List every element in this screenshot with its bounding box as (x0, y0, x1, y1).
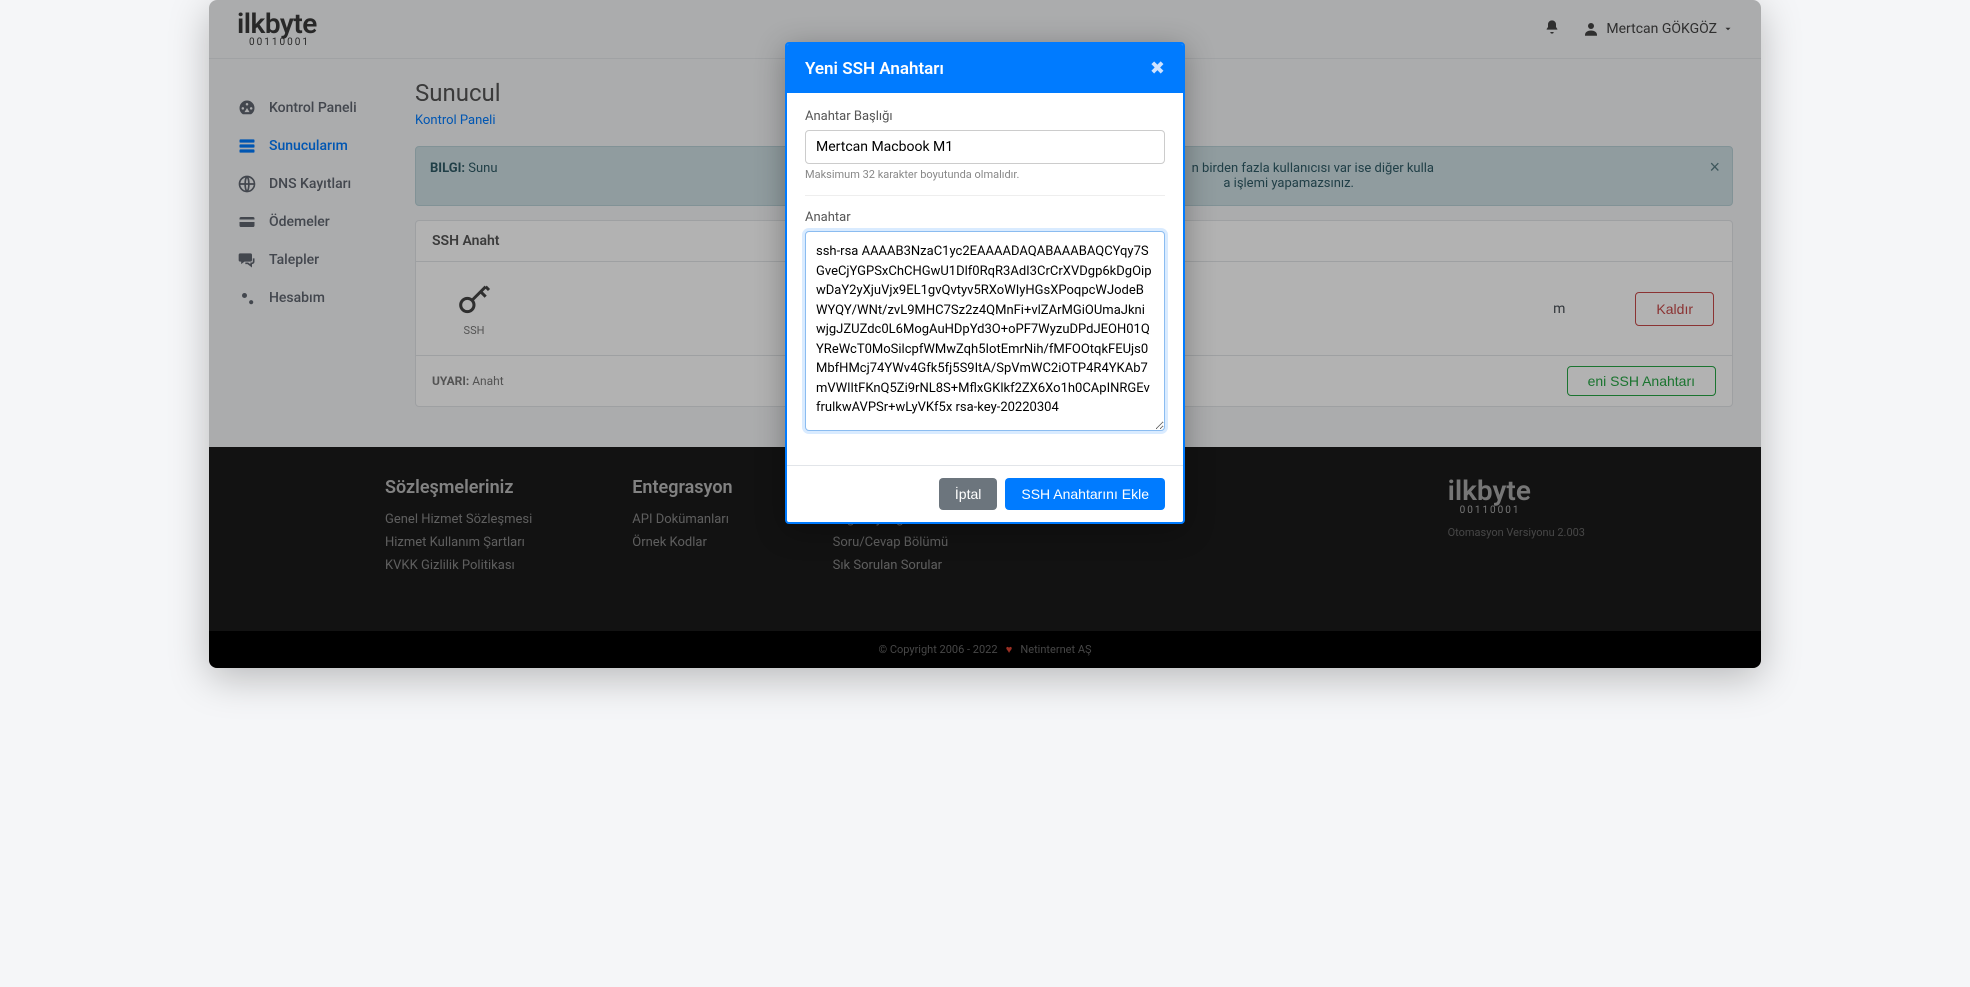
modal-close-button[interactable]: ✖ (1150, 58, 1165, 79)
divider (805, 195, 1165, 196)
key-title-input[interactable] (805, 130, 1165, 164)
key-title-label: Anahtar Başlığı (805, 109, 1165, 124)
cancel-button[interactable]: İptal (939, 478, 997, 510)
new-ssh-key-modal: Yeni SSH Anahtarı ✖ Anahtar Başlığı Maks… (785, 42, 1185, 524)
submit-ssh-key-button[interactable]: SSH Anahtarını Ekle (1005, 478, 1165, 510)
key-body-textarea[interactable] (805, 231, 1165, 431)
key-body-label: Anahtar (805, 210, 1165, 225)
modal-title: Yeni SSH Anahtarı (805, 59, 1150, 79)
key-title-help: Maksimum 32 karakter boyutunda olmalıdır… (805, 168, 1165, 181)
